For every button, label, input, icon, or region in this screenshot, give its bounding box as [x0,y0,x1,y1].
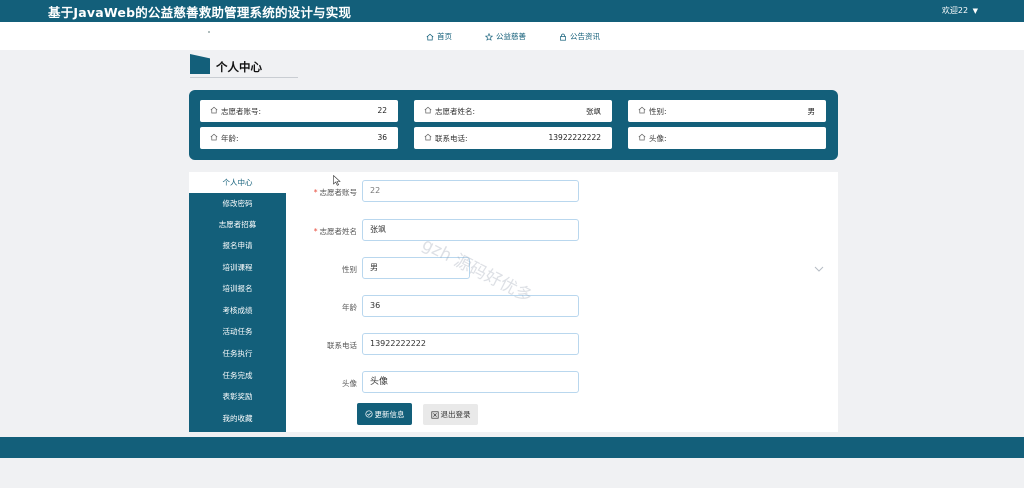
chevron-down-icon [814,266,824,272]
info-value-age: 36 [377,133,387,142]
sidebar-item-commendations[interactable]: 表彰奖励 [189,386,286,407]
welcome-text: 欢迎22 [941,6,969,15]
info-value-gender: 男 [807,107,816,116]
form-label-account: * 志愿者账号 [313,188,357,197]
sidebar-item-activity-tasks[interactable]: 活动任务 [189,321,286,342]
form-label-avatar: 头像 [342,379,357,388]
star-icon [485,32,493,41]
info-card-age: 年龄: 36 [200,127,398,149]
nav-news-label: 公告资讯 [570,32,600,41]
caret-down-icon: ▼ [972,7,978,15]
sidebar-item-profile[interactable]: 个人中心 [189,172,286,193]
info-label-account: 志愿者账号: [221,107,262,116]
update-info-label: 更新信息 [374,409,405,419]
info-value-phone: 13922222222 [548,133,602,142]
nav-charity[interactable]: 公益慈善 [485,31,526,42]
sidebar-item-change-password[interactable]: 修改密码 [189,193,286,214]
sidebar-item-task-completion[interactable]: 任务完成 [189,365,286,386]
home-icon [424,133,432,141]
logout-button[interactable]: 退出登录 [423,404,478,425]
form-label-gender: 性别 [342,265,357,274]
info-label-phone: 联系电话: [435,134,468,143]
home-icon [426,33,434,40]
info-card-phone: 联系电话: 13922222222 [414,127,612,149]
avatar-field[interactable]: 头像 [362,371,579,393]
app-title: 基于JavaWeb的公益慈善救助管理系统的设计与实现 [48,5,352,20]
info-label-name: 志愿者姓名: [435,107,476,116]
form-label-phone: 联系电话 [327,341,357,350]
home-icon [638,133,646,141]
home-icon [210,106,218,114]
info-label-gender: 性别: [649,107,667,116]
page-title: 个人中心 [216,60,262,74]
info-card-avatar: 头像: [628,127,826,149]
decor-dot [208,31,210,33]
nav-news[interactable]: 公告资讯 [559,31,600,42]
lock-icon [560,33,566,41]
phone-field[interactable]: 13922222222 [362,333,579,355]
sidebar-item-training-courses[interactable]: 培训课程 [189,257,286,278]
section-header: 个人中心 [190,54,298,78]
user-menu[interactable]: 欢迎22 ▼ [942,5,978,16]
main-nav: 首页 公益慈善 公告资讯 [0,22,1024,50]
top-bar: 基于JavaWeb的公益慈善救助管理系统的设计与实现 欢迎22 ▼ [0,0,1024,22]
account-field[interactable]: 22 [362,180,579,202]
name-field[interactable]: 张飒 [362,219,579,241]
gender-select[interactable]: 男 [362,257,470,279]
info-card-name: 志愿者姓名: 张飒 [414,100,612,122]
info-card-account: 志愿者账号: 22 [200,100,398,122]
sidebar-item-assessment-scores[interactable]: 考核成绩 [189,300,286,321]
info-panel: 志愿者账号: 22 志愿者姓名: 张飒 性别: 男 年龄: 36 联系电话: 1… [189,90,838,160]
nav-home-label: 首页 [437,32,452,41]
footer-bar [0,437,1024,458]
sidebar-item-training-signup[interactable]: 培训报名 [189,278,286,299]
mouse-cursor-icon [333,175,341,186]
sidebar: 个人中心 修改密码 志愿者招募 报名申请 培训课程 培训报名 考核成绩 活动任务… [189,172,286,432]
info-value-account: 22 [377,106,387,115]
form-label-name: * 志愿者姓名 [313,227,357,236]
age-field[interactable]: 36 [362,295,579,317]
section-flag-icon [190,54,210,74]
info-label-age: 年龄: [221,134,239,143]
sidebar-item-volunteer-recruit[interactable]: 志愿者招募 [189,214,286,235]
home-icon [210,133,218,141]
logout-label: 退出登录 [440,410,471,419]
home-icon [424,106,432,114]
sidebar-item-applications[interactable]: 报名申请 [189,235,286,256]
info-value-name: 张飒 [586,107,601,116]
form-label-age: 年龄 [342,303,357,312]
sidebar-item-task-execution[interactable]: 任务执行 [189,343,286,364]
home-icon [638,106,646,114]
close-box-icon [430,410,439,419]
nav-home[interactable]: 首页 [426,31,452,42]
update-info-button[interactable]: 更新信息 [357,403,412,425]
check-circle-icon [364,410,373,418]
nav-charity-label: 公益慈善 [496,32,526,41]
info-label-avatar: 头像: [649,134,667,143]
info-card-gender: 性别: 男 [628,100,826,122]
sidebar-item-favorites[interactable]: 我的收藏 [189,408,286,429]
